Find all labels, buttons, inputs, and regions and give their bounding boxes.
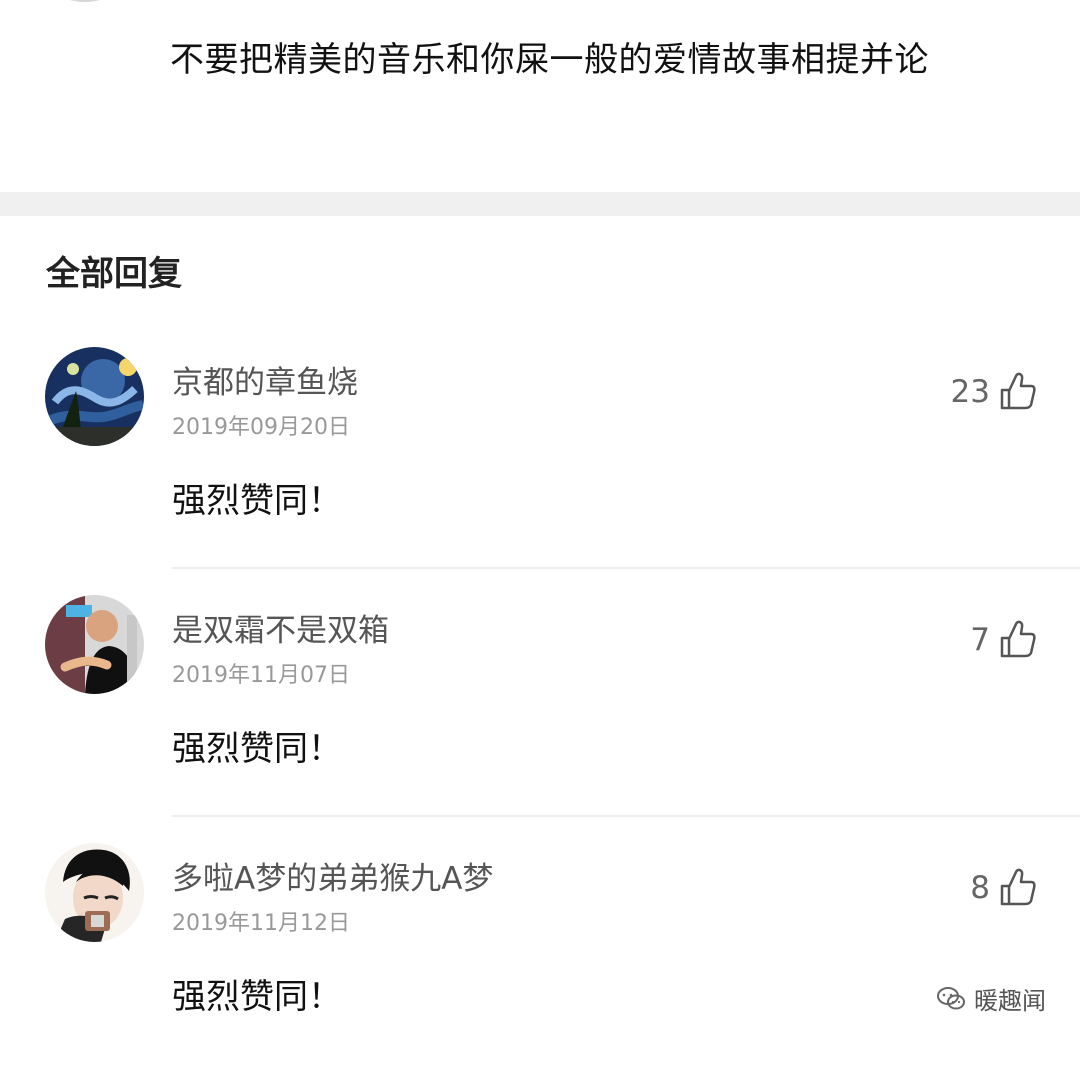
watermark: 暖趣闻 [936,981,1046,1016]
reply-item: 是双霜不是双箱 2019年11月07日 7 强烈赞同！ [0,595,1080,843]
reply-text: 强烈赞同！ [172,481,342,521]
like-count: 8 [970,870,990,906]
username[interactable]: 是双霜不是双箱 [172,605,389,650]
user-avatar[interactable] [45,595,144,694]
reply-separator [172,567,1080,569]
original-comment: 不要把精美的音乐和你屎一般的爱情故事相提并论 [0,0,1080,192]
like-button[interactable]: 8 [970,863,1038,913]
username[interactable]: 多啦A梦的弟弟猴九A梦 [172,853,493,898]
like-count: 23 [950,374,990,410]
original-comment-text: 不要把精美的音乐和你屎一般的爱情故事相提并论 [170,40,929,80]
like-button[interactable]: 7 [970,615,1038,665]
reply-item: 京都的章鱼烧 2019年09月20日 23 强烈赞同！ [0,347,1080,595]
comment-date: 2019年09月20日 [172,415,350,440]
comment-date: 2019年11月07日 [172,663,350,688]
top-avatar[interactable] [60,0,110,2]
photo-avatar [45,595,144,694]
cartoon-avatar [45,843,144,942]
reply-separator [172,815,1080,817]
username[interactable]: 京都的章鱼烧 [172,357,358,402]
section-divider [0,192,1080,216]
reply-text: 强烈赞同！ [172,729,342,769]
wechat-icon [937,986,965,1009]
replies-title: 全部回复 [46,254,182,294]
thumbs-up-icon [1000,620,1036,658]
thumbs-up-icon [1000,868,1036,906]
user-avatar[interactable] [45,843,144,942]
like-button[interactable]: 23 [951,367,1038,417]
reply-item: 多啦A梦的弟弟猴九A梦 2019年11月12日 8 强烈赞同！ [0,843,1080,1091]
watermark-label: 暖趣闻 [974,987,1046,1015]
thumbs-up-icon [1000,372,1036,410]
starry-night-avatar [45,347,144,446]
comment-date: 2019年11月12日 [172,911,350,936]
user-avatar[interactable] [45,347,144,446]
reply-text: 强烈赞同！ [172,977,342,1017]
like-count: 7 [970,622,990,658]
